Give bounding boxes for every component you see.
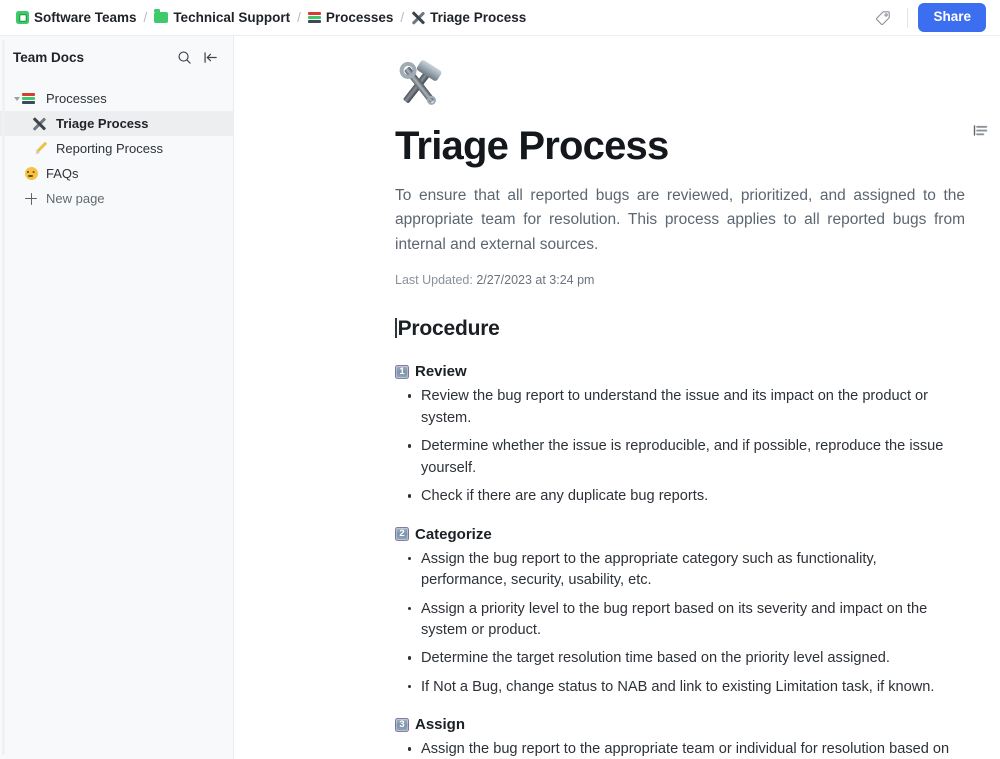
sidebar-tree: Processes Triage Process Reporting Proce… bbox=[0, 86, 233, 211]
hammer-and-wrench-icon bbox=[411, 10, 426, 25]
step-bullet-list: Assign the bug report to the appropriate… bbox=[395, 549, 955, 699]
page-description[interactable]: To ensure that all reported bugs are rev… bbox=[395, 184, 965, 257]
list-item[interactable]: Determine whether the issue is reproduci… bbox=[408, 436, 955, 479]
sidebar-item-label: Reporting Process bbox=[56, 141, 163, 156]
step-heading[interactable]: 1 Review bbox=[395, 363, 978, 380]
tag-icon[interactable] bbox=[869, 4, 897, 32]
breadcrumb-separator: / bbox=[143, 10, 148, 25]
keycap-number-icon: 3 bbox=[395, 717, 409, 732]
sidebar-new-page-button[interactable]: New page bbox=[0, 186, 233, 211]
green-square-icon bbox=[16, 11, 29, 24]
breadcrumb-label: Software Teams bbox=[34, 10, 137, 25]
hammer-and-wrench-icon bbox=[32, 116, 49, 131]
sidebar-item-faqs[interactable]: FAQs bbox=[0, 161, 233, 186]
sidebar-header-actions bbox=[173, 46, 221, 68]
folder-icon bbox=[154, 9, 169, 23]
section-heading-procedure[interactable]: Procedure bbox=[395, 317, 978, 341]
top-bar: Software Teams / Technical Support / Pro… bbox=[0, 0, 1000, 36]
list-item[interactable]: Determine the target resolution time bas… bbox=[408, 648, 955, 669]
breadcrumb-item-processes[interactable]: Processes bbox=[307, 10, 394, 25]
step-title: Categorize bbox=[415, 525, 492, 543]
outline-toggle-icon[interactable] bbox=[968, 118, 992, 142]
breadcrumb-item-triage-process[interactable]: Triage Process bbox=[411, 10, 526, 25]
breadcrumb-separator: / bbox=[400, 10, 405, 25]
breadcrumb-separator: / bbox=[297, 10, 301, 25]
list-item[interactable]: Assign the bug report to the appropriate… bbox=[408, 549, 955, 592]
share-button[interactable]: Share bbox=[918, 3, 986, 32]
sidebar-header: Team Docs bbox=[0, 36, 233, 78]
document-body: Triage Process To ensure that all report… bbox=[235, 62, 1000, 759]
breadcrumb-item-software-teams[interactable]: Software Teams bbox=[16, 10, 137, 25]
step-heading[interactable]: 3 Assign bbox=[395, 716, 978, 733]
top-bar-actions: Share bbox=[869, 0, 1000, 35]
procedure-step: 1 Review Review the bug report to unders… bbox=[395, 363, 978, 507]
collapse-sidebar-icon[interactable] bbox=[199, 46, 221, 68]
breadcrumb-label: Triage Process bbox=[430, 10, 527, 25]
step-bullet-list: Review the bug report to understand the … bbox=[395, 386, 955, 507]
breadcrumb-label: Technical Support bbox=[173, 10, 291, 25]
breadcrumb: Software Teams / Technical Support / Pro… bbox=[0, 0, 526, 35]
step-title: Review bbox=[415, 363, 467, 381]
step-heading[interactable]: 2 Categorize bbox=[395, 526, 978, 543]
books-icon bbox=[22, 92, 39, 105]
list-item[interactable]: Check if there are any duplicate bug rep… bbox=[408, 486, 955, 507]
procedure-step: 3 Assign Assign the bug report to the ap… bbox=[395, 716, 978, 759]
sidebar: Team Docs Processes Triage Process Repor… bbox=[0, 36, 234, 759]
keycap-number-icon: 2 bbox=[395, 527, 409, 542]
sidebar-item-reporting-process[interactable]: Reporting Process bbox=[0, 136, 233, 161]
list-item[interactable]: Assign the bug report to the appropriate… bbox=[408, 739, 955, 759]
step-title: Assign bbox=[415, 716, 466, 734]
procedure-step: 2 Categorize Assign the bug report to th… bbox=[395, 526, 978, 699]
list-item[interactable]: Assign a priority level to the bug repor… bbox=[408, 599, 955, 642]
sidebar-item-triage-process[interactable]: Triage Process bbox=[0, 111, 233, 136]
text-cursor bbox=[395, 318, 397, 339]
sidebar-item-label: Triage Process bbox=[56, 116, 149, 131]
list-item[interactable]: Review the bug report to understand the … bbox=[408, 386, 955, 429]
divider bbox=[907, 7, 909, 28]
sidebar-item-label: Processes bbox=[46, 91, 107, 106]
books-icon bbox=[307, 11, 321, 24]
document-emoji-hammer-and-wrench-icon[interactable] bbox=[395, 62, 443, 110]
sidebar-new-page-label: New page bbox=[46, 191, 105, 206]
sidebar-title: Team Docs bbox=[13, 49, 85, 65]
last-updated-label: Last Updated: bbox=[395, 273, 473, 288]
last-updated-value: 2/27/2023 at 3:24 pm bbox=[476, 273, 595, 288]
last-updated: Last Updated: 2/27/2023 at 3:24 pm bbox=[395, 273, 978, 287]
thinking-face-icon bbox=[23, 167, 39, 180]
step-bullet-list: Assign the bug report to the appropriate… bbox=[395, 739, 955, 759]
plus-icon bbox=[23, 192, 39, 205]
search-icon[interactable] bbox=[173, 46, 195, 68]
section-heading-label: Procedure bbox=[397, 317, 500, 341]
pencil-icon bbox=[33, 142, 49, 155]
document-pane: Triage Process To ensure that all report… bbox=[235, 36, 1000, 759]
breadcrumb-item-technical-support[interactable]: Technical Support bbox=[154, 9, 291, 25]
sidebar-scrollbar[interactable] bbox=[2, 40, 5, 755]
list-item[interactable]: If Not a Bug, change status to NAB and l… bbox=[408, 677, 955, 698]
sidebar-item-label: FAQs bbox=[46, 166, 79, 181]
page-title[interactable]: Triage Process bbox=[395, 124, 978, 168]
keycap-number-icon: 1 bbox=[395, 364, 409, 379]
breadcrumb-label: Processes bbox=[325, 10, 394, 25]
sidebar-item-processes[interactable]: Processes bbox=[0, 86, 233, 111]
